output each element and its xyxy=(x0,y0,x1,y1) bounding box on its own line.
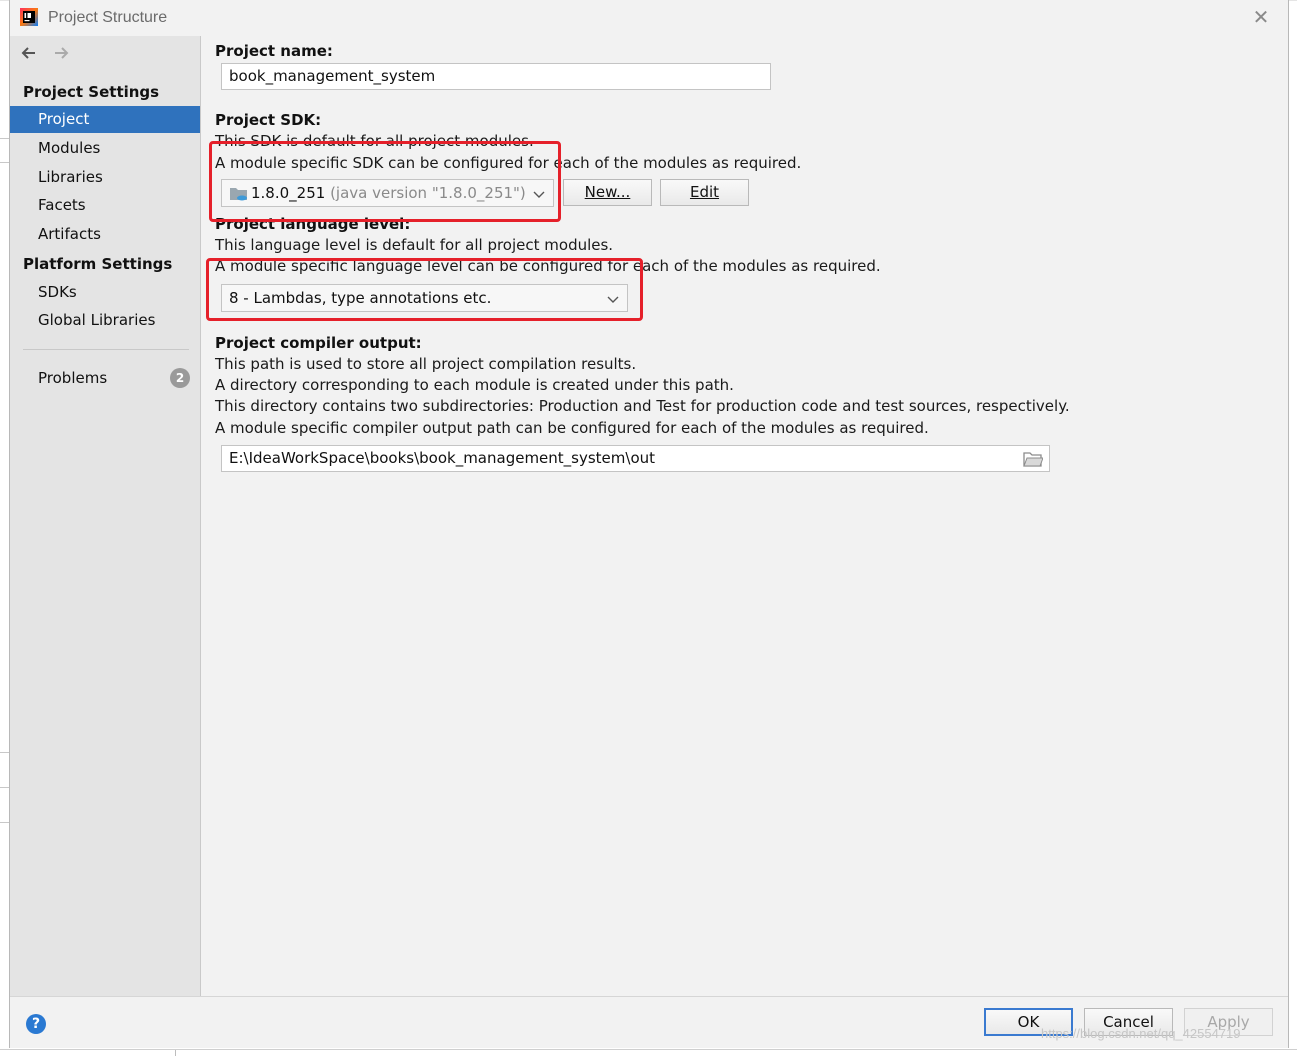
compiler-output-path: E:\IdeaWorkSpace\books\book_management_s… xyxy=(229,449,656,467)
sidebar-item-sdks[interactable]: SDKs xyxy=(10,279,200,306)
sidebar-item-project[interactable]: Project xyxy=(10,106,200,133)
chevron-down-icon xyxy=(533,191,545,198)
intellij-app-icon xyxy=(20,8,38,26)
compiler-output-desc-1: This path is used to store all project c… xyxy=(215,355,637,373)
sidebar: Project Settings Project Modules Librari… xyxy=(10,36,201,996)
project-sdk-dropdown[interactable]: 1.8.0_251 (java version "1.8.0_251") xyxy=(221,179,554,207)
arrow-left-icon[interactable] xyxy=(18,42,40,64)
folder-icon[interactable] xyxy=(1023,450,1043,468)
sidebar-divider xyxy=(23,349,189,350)
compiler-output-desc-3: This directory contains two subdirectori… xyxy=(215,397,1070,415)
sidebar-item-artifacts[interactable]: Artifacts xyxy=(10,221,200,248)
project-name-label: Project name: xyxy=(215,42,333,60)
sdk-version-detail: (java version "1.8.0_251") xyxy=(330,184,526,202)
language-level-desc-1: This language level is default for all p… xyxy=(215,236,614,254)
sidebar-item-modules[interactable]: Modules xyxy=(10,135,200,162)
sdk-new-label: New... xyxy=(584,183,631,201)
sidebar-item-problems[interactable]: Problems 2 xyxy=(10,365,200,392)
project-structure-dialog: Project Structure ✕ Project Settings Pro… xyxy=(9,0,1289,1048)
sidebar-item-libraries[interactable]: Libraries xyxy=(10,164,200,191)
language-level-dropdown[interactable]: 8 - Lambdas, type annotations etc. xyxy=(221,284,628,312)
chevron-down-icon xyxy=(607,296,619,303)
compiler-output-desc-2: A directory corresponding to each module… xyxy=(215,376,734,394)
language-level-label: Project language level: xyxy=(215,215,411,233)
project-sdk-desc-1: This SDK is default for all project modu… xyxy=(215,132,534,150)
watermark: https://blog.csdn.net/qq_42554719 xyxy=(1041,1026,1241,1041)
project-settings-header: Project Settings xyxy=(23,83,160,101)
language-level-desc-2: A module specific language level can be … xyxy=(215,257,881,275)
platform-settings-header: Platform Settings xyxy=(23,255,173,273)
jdk-folder-icon xyxy=(230,188,247,201)
sdk-edit-label: Edit xyxy=(689,183,720,201)
project-sdk-desc-2: A module specific SDK can be configured … xyxy=(215,154,802,172)
project-settings-panel: Project name: book_management_system Pro… xyxy=(201,36,1288,996)
title-bar: Project Structure ✕ xyxy=(10,0,1288,36)
compiler-output-desc-4: A module specific compiler output path c… xyxy=(215,419,929,437)
sidebar-item-facets[interactable]: Facets xyxy=(10,192,200,219)
dialog-title: Project Structure xyxy=(48,9,168,26)
language-level-value: 8 - Lambdas, type annotations etc. xyxy=(229,289,492,307)
compiler-output-path-field[interactable]: E:\IdeaWorkSpace\books\book_management_s… xyxy=(221,445,1050,472)
problems-label: Problems xyxy=(38,369,108,387)
project-name-field[interactable]: book_management_system xyxy=(221,63,771,90)
sdk-edit-button[interactable]: Edit xyxy=(660,179,749,206)
close-icon[interactable]: ✕ xyxy=(1252,7,1270,27)
help-icon[interactable]: ? xyxy=(26,1014,46,1034)
sidebar-item-global-libraries[interactable]: Global Libraries xyxy=(10,307,200,334)
problems-count-badge: 2 xyxy=(170,368,190,388)
arrow-right-icon[interactable] xyxy=(50,42,72,64)
sdk-new-button[interactable]: New... xyxy=(563,179,652,206)
compiler-output-label: Project compiler output: xyxy=(215,334,422,352)
project-sdk-label: Project SDK: xyxy=(215,111,322,129)
